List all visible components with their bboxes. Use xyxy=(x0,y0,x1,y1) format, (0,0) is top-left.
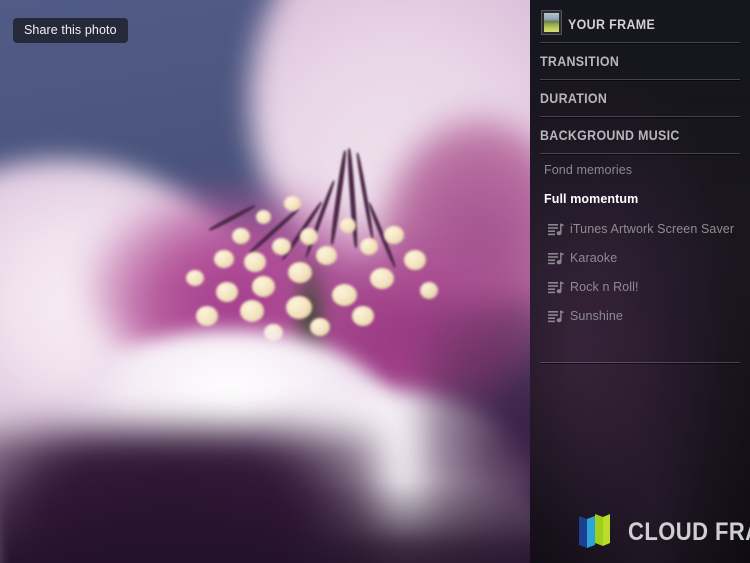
music-preset-label: Fond memories xyxy=(544,163,633,177)
cloud-frame-app: Share this photo YOUR FRAME TRANSITION D… xyxy=(0,0,750,563)
cloud-frame-logo-text: CLOUD FRAME xyxy=(628,517,750,546)
your-frame-label: YOUR FRAME xyxy=(568,17,656,32)
photo-pollen xyxy=(288,262,312,283)
music-note-icon xyxy=(548,310,564,324)
music-track-label: Rock n Roll! xyxy=(570,280,639,294)
duration-label: DURATION xyxy=(540,91,608,106)
music-track-label: iTunes Artwork Screen Saver xyxy=(570,222,735,236)
music-preset-label: Full momentum xyxy=(544,192,639,206)
photo-pollen xyxy=(240,300,264,322)
photo-pollen xyxy=(404,250,426,270)
music-note-icon xyxy=(548,252,564,266)
photo-pollen xyxy=(186,270,204,286)
photo-pollen xyxy=(316,246,337,265)
photo-viewer[interactable]: Share this photo xyxy=(0,0,530,563)
background-music-label: BACKGROUND MUSIC xyxy=(540,128,680,143)
photo-pollen xyxy=(216,282,238,302)
sidebar-item-duration[interactable]: DURATION xyxy=(530,80,750,117)
sidebar-item-transition[interactable]: TRANSITION xyxy=(530,43,750,80)
photo-pollen xyxy=(332,284,357,306)
cloud-frame-logo: CLOUD FRAME xyxy=(575,508,750,556)
photo-pollen xyxy=(420,282,438,299)
photo-pollen xyxy=(244,252,266,272)
music-track-label: Karaoke xyxy=(570,251,618,265)
photo-pollen xyxy=(360,238,378,255)
photo-pollen xyxy=(252,276,275,297)
photo-shadow-bottom xyxy=(0,480,530,563)
photo-pollen xyxy=(370,268,394,289)
music-track-sunshine[interactable]: Sunshine xyxy=(530,305,750,331)
photo-pollen xyxy=(232,228,250,244)
music-track-rock-n-roll[interactable]: Rock n Roll! xyxy=(530,276,750,302)
music-track-karaoke[interactable]: Karaoke xyxy=(530,247,750,273)
transition-label: TRANSITION xyxy=(540,54,620,69)
photo-pollen xyxy=(310,318,330,336)
music-track-itunes-artwork-screen-saver[interactable]: iTunes Artwork Screen Saver xyxy=(530,218,750,244)
music-preset-fond-memories[interactable]: Fond memories xyxy=(530,160,750,184)
music-preset-full-momentum[interactable]: Full momentum xyxy=(530,189,750,213)
photo-pollen xyxy=(196,306,218,326)
sidebar-item-your-frame[interactable]: YOUR FRAME xyxy=(530,0,750,42)
frame-thumbnail-icon xyxy=(541,10,562,35)
photo-pollen xyxy=(340,218,356,233)
photo-pollen xyxy=(256,210,271,224)
photo-pollen xyxy=(352,306,374,326)
photo-pollen xyxy=(384,226,404,244)
photo-pollen xyxy=(286,296,312,319)
photo-pollen xyxy=(272,238,291,255)
photo-pollen xyxy=(300,228,318,245)
sidebar-item-background-music[interactable]: BACKGROUND MUSIC xyxy=(530,117,750,154)
music-note-icon xyxy=(548,281,564,295)
share-photo-button[interactable]: Share this photo xyxy=(13,18,128,43)
photo-pollen xyxy=(284,196,301,211)
photo-pollen xyxy=(214,250,234,268)
music-note-icon xyxy=(548,223,564,237)
cloud-frame-logo-mark xyxy=(575,510,619,554)
music-track-label: Sunshine xyxy=(570,309,623,323)
